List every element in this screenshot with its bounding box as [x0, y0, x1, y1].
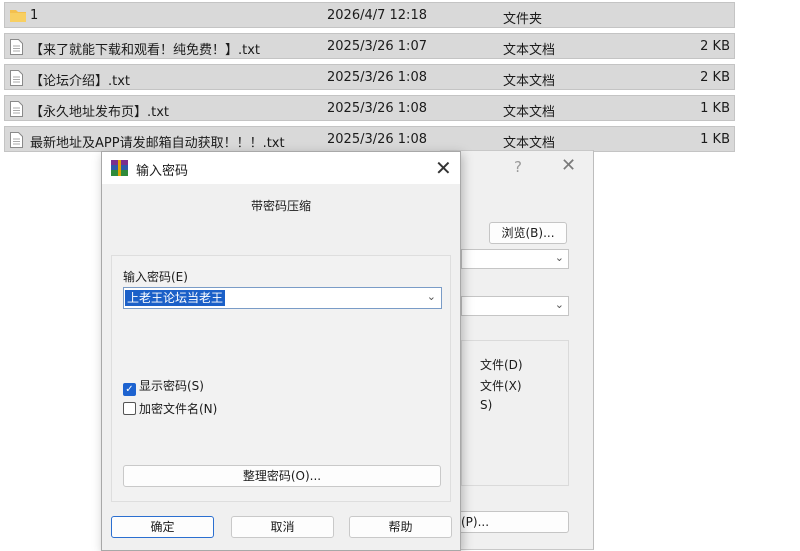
close-icon[interactable]: ✕: [435, 156, 452, 180]
archive-options-group: 文件(D) 文件(X) S): [461, 340, 569, 486]
title-bar[interactable]: 输入密码 ✕: [102, 152, 460, 184]
set-password-button[interactable]: (P)...: [457, 511, 569, 533]
file-row[interactable]: 【来了就能下载和观看！纯免费！】.txt 2025/3/26 1:07 文本文档…: [4, 33, 735, 59]
file-row-folder[interactable]: 1 2026/4/7 12:18 文件夹: [4, 2, 735, 28]
file-size: 2 KB: [700, 70, 730, 85]
file-name: 【论坛介绍】.txt: [30, 74, 131, 89]
help-icon[interactable]: ?: [514, 158, 522, 176]
encrypt-filenames-option[interactable]: 加密文件名(N): [123, 400, 217, 417]
close-icon[interactable]: ✕: [561, 155, 576, 176]
password-panel: 输入密码(E) 上老王论坛当老王 ⌄ ✓ 显示密码(S) 加密文件名(N) 整理密…: [111, 255, 451, 502]
chevron-down-icon[interactable]: ⌄: [427, 290, 436, 303]
file-size: 2 KB: [700, 39, 730, 54]
file-row[interactable]: 最新地址及APP请发邮箱自动获取！！！.txt 2025/3/26 1:08 文…: [4, 126, 735, 152]
folder-icon: [10, 8, 26, 26]
file-date: 2025/3/26 1:07: [327, 39, 427, 54]
cancel-button[interactable]: 取消: [231, 516, 334, 538]
chevron-down-icon: ⌄: [554, 251, 564, 264]
show-password-checkbox[interactable]: ✓: [123, 383, 136, 396]
help-button[interactable]: 帮助: [349, 516, 452, 538]
file-date: 2025/3/26 1:08: [327, 70, 427, 85]
text-file-icon: [10, 39, 23, 59]
option-label[interactable]: 文件(D): [480, 356, 523, 373]
file-type: 文本文档: [503, 43, 556, 58]
file-date: 2026/4/7 12:18: [327, 8, 427, 23]
file-size: 1 KB: [700, 132, 730, 147]
file-type: 文本文档: [503, 136, 556, 151]
text-file-icon: [10, 132, 23, 152]
file-name: 【永久地址发布页】.txt: [30, 105, 170, 120]
encrypt-filenames-label: 加密文件名(N): [139, 402, 218, 416]
dialog-title: 输入密码: [136, 164, 189, 179]
password-dialog: 输入密码 ✕ 带密码压缩 输入密码(E) 上老王论坛当老王 ⌄ ✓ 显示密码(S)…: [101, 151, 461, 551]
file-date: 2025/3/26 1:08: [327, 132, 427, 147]
chevron-down-icon: ⌄: [554, 298, 564, 311]
encrypt-filenames-checkbox[interactable]: [123, 402, 136, 415]
ok-button[interactable]: 确定: [111, 516, 214, 538]
file-type: 文本文档: [503, 105, 556, 120]
file-date: 2025/3/26 1:08: [327, 101, 427, 116]
option-label[interactable]: 文件(X): [480, 377, 522, 394]
file-name: 【来了就能下载和观看！纯免费！】.txt: [30, 43, 261, 58]
file-name: 最新地址及APP请发邮箱自动获取！！！.txt: [30, 136, 285, 151]
winrar-icon: [111, 160, 128, 176]
show-password-label: 显示密码(S): [139, 379, 204, 393]
format-combo[interactable]: ⌄: [461, 296, 569, 316]
password-input[interactable]: 上老王论坛当老王 ⌄: [123, 287, 442, 309]
text-file-icon: [10, 70, 23, 90]
file-name: 1: [30, 8, 39, 23]
browse-button[interactable]: 浏览(B)...: [489, 222, 567, 244]
organize-passwords-button[interactable]: 整理密码(O)...: [123, 465, 441, 487]
file-size: 1 KB: [700, 101, 730, 116]
password-value: 上老王论坛当老王: [125, 290, 226, 306]
dialog-subtitle: 带密码压缩: [250, 199, 311, 213]
password-label: 输入密码(E): [123, 270, 188, 284]
file-row[interactable]: 【永久地址发布页】.txt 2025/3/26 1:08 文本文档 1 KB: [4, 95, 735, 121]
show-password-option[interactable]: ✓ 显示密码(S): [123, 377, 204, 396]
file-type: 文本文档: [503, 74, 556, 89]
text-file-icon: [10, 101, 23, 121]
file-row[interactable]: 【论坛介绍】.txt 2025/3/26 1:08 文本文档 2 KB: [4, 64, 735, 90]
archive-options-dialog: ? ✕ 浏览(B)... ⌄ ⌄ 文件(D) 文件(X) S) (P)...: [440, 150, 594, 550]
file-type: 文件夹: [503, 12, 543, 27]
option-label[interactable]: S): [480, 398, 492, 412]
archive-name-combo[interactable]: ⌄: [461, 249, 569, 269]
